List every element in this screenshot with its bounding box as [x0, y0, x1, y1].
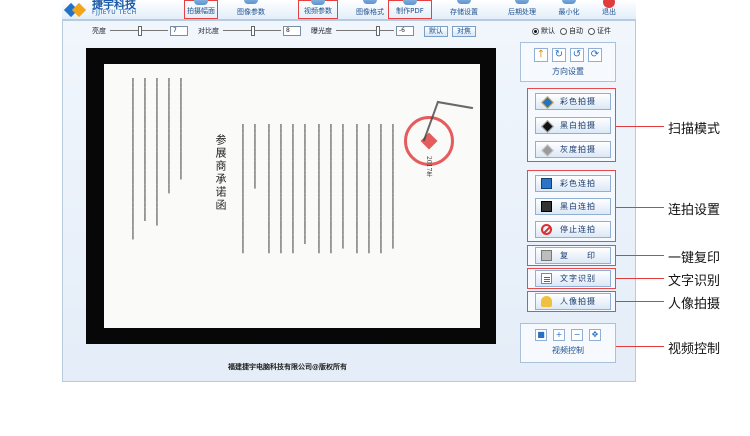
toolbar-storage-settings-button[interactable]: 存储设置 — [442, 0, 486, 19]
callout-ocr: 文字识别 — [668, 274, 721, 289]
grayscale-capture-button[interactable]: 灰度拍摄 — [535, 141, 611, 158]
focus-button[interactable]: 对焦 — [452, 25, 476, 37]
stop-continuous-button[interactable]: 停止连拍 — [535, 221, 611, 238]
contrast-value[interactable]: 8 — [283, 26, 301, 36]
zoom-out-icon[interactable]: − — [571, 329, 583, 341]
callout-copy: 一键复印 — [668, 251, 721, 266]
radio-auto[interactable] — [560, 27, 567, 35]
toolbar-image-params-button[interactable]: 图像参数 — [232, 0, 270, 19]
contrast-slider[interactable] — [223, 26, 281, 36]
text-document-icon — [541, 273, 552, 284]
copy-group: 复 印 — [527, 245, 616, 266]
exposure-label: 曝光度 — [311, 27, 332, 35]
pdf-icon — [403, 0, 417, 5]
color-continuous-button[interactable]: 彩色连拍 — [535, 175, 611, 192]
copy-button[interactable]: 复 印 — [535, 247, 611, 264]
contrast-slider-thumb[interactable] — [251, 26, 255, 36]
gray-diamond-icon — [541, 144, 552, 155]
callout-line-ocr — [616, 278, 664, 279]
callout-line-video — [616, 346, 664, 347]
callout-line-scan-mode — [616, 126, 664, 127]
toolbar-exit-button[interactable]: 退出 — [594, 0, 624, 19]
stop-icon — [541, 224, 552, 235]
document-date: 2017年 — [425, 156, 432, 178]
scanned-document: ▁▁▁▁▁▁▁▁▁▁▁▁▁▁▁▁▁▁▁▁▁▁▁▁▁▁▁▁▁▁▁▁▁▁▁ ▁▁▁▁… — [104, 64, 480, 328]
zoom-in-icon[interactable]: + — [553, 329, 565, 341]
contrast-label: 对比度 — [198, 27, 219, 35]
brightness-value[interactable]: 7 — [170, 26, 188, 36]
bw-capture-button[interactable]: 黑白拍摄 — [535, 117, 611, 134]
exposure-slider[interactable] — [336, 26, 394, 36]
portrait-group: 人像拍摄 — [527, 291, 616, 312]
scan-mode-group: 彩色拍摄 黑白拍摄 灰度拍摄 — [527, 88, 616, 162]
toolbar-minimize-button[interactable]: 最小化 — [552, 0, 586, 19]
toolbar-post-processing-button[interactable]: 后期处理 — [500, 0, 544, 19]
callout-line-portrait — [616, 301, 664, 302]
person-icon — [541, 296, 552, 307]
color-monitor-icon — [541, 178, 552, 189]
brightness-label: 亮度 — [92, 27, 106, 35]
top-toolbar: 捷宇科技 FJJIEYU TECH 拍摄幅面 图像参数 视频参数 图像格式 制作… — [62, 0, 636, 20]
toolbar-image-format-button[interactable]: 图像格式 — [350, 0, 390, 19]
callout-line-continuous — [616, 207, 664, 208]
bw-continuous-button[interactable]: 黑白连拍 — [535, 198, 611, 215]
copyright-text: 福建捷宇电脑科技有限公司@版权所有 — [228, 363, 347, 371]
dark-monitor-icon — [541, 201, 552, 212]
callout-video: 视频控制 — [668, 342, 721, 357]
brightness-slider[interactable] — [110, 26, 168, 36]
move-icon[interactable]: ✥ — [589, 329, 601, 341]
capture-mode-radio-group: 默认 自动 证件 — [527, 26, 611, 36]
black-diamond-icon — [541, 120, 552, 131]
brightness-slider-thumb[interactable] — [138, 26, 142, 36]
camera-preview[interactable]: ▁▁▁▁▁▁▁▁▁▁▁▁▁▁▁▁▁▁▁▁▁▁▁▁▁▁▁▁▁▁▁▁▁▁▁ ▁▁▁▁… — [86, 48, 496, 344]
brand-logo: 捷宇科技 FJJIEYU TECH — [62, 0, 180, 20]
callout-continuous: 连拍设置 — [668, 203, 721, 218]
video-control-panel: ■ + − ✥ 视频控制 — [520, 323, 616, 363]
callout-scan-mode: 扫描模式 — [668, 122, 721, 137]
exposure-slider-thumb[interactable] — [376, 26, 380, 36]
direction-title: 方向设置 — [552, 67, 584, 76]
radio-id-card[interactable] — [588, 27, 595, 35]
callout-portrait: 人像拍摄 — [668, 297, 721, 312]
arrow-up-icon[interactable]: ↑ — [534, 48, 548, 62]
image-params-icon — [244, 0, 258, 4]
exposure-value[interactable]: -6 — [396, 26, 414, 36]
rotate-180-icon[interactable]: ⟳ — [588, 48, 602, 62]
document-title: 参展商承诺函 — [214, 134, 227, 212]
continuous-capture-group: 彩色连拍 黑白连拍 停止连拍 — [527, 170, 616, 242]
image-format-icon — [363, 0, 377, 4]
post-processing-icon — [515, 0, 529, 4]
copier-icon — [541, 250, 552, 261]
image-adjust-bar: 亮度 7 对比度 8 曝光度 -6 默认 对焦 — [92, 23, 480, 39]
color-capture-button[interactable]: 彩色拍摄 — [535, 93, 611, 110]
logo-english: FJJIEYU TECH — [92, 8, 137, 16]
ocr-group: 文字识别 — [527, 268, 616, 289]
callout-line-copy — [616, 255, 664, 256]
rotate-left-icon[interactable]: ↺ — [570, 48, 584, 62]
default-button[interactable]: 默认 — [424, 25, 448, 37]
portrait-capture-button[interactable]: 人像拍摄 — [535, 293, 611, 310]
minimize-icon — [562, 0, 576, 4]
toolbar-make-pdf-button[interactable]: 制作PDF — [388, 0, 432, 19]
direction-panel: ↑ ↻ ↺ ⟳ 方向设置 — [520, 42, 616, 82]
storage-icon — [457, 0, 471, 4]
color-diamond-icon — [541, 96, 552, 107]
toolbar-video-params-button[interactable]: 视频参数 — [298, 0, 338, 19]
video-camera-icon[interactable]: ■ — [535, 329, 547, 341]
ocr-button[interactable]: 文字识别 — [535, 270, 611, 287]
video-control-title: 视频控制 — [552, 346, 584, 355]
toolbar-capture-size-button[interactable]: 拍摄幅面 — [184, 0, 218, 19]
handwritten-signature — [422, 100, 474, 148]
radio-default[interactable] — [532, 27, 539, 35]
rotate-right-icon[interactable]: ↻ — [552, 48, 566, 62]
logo-icon — [64, 2, 88, 18]
capture-size-icon — [194, 0, 208, 5]
video-params-icon — [311, 0, 325, 5]
